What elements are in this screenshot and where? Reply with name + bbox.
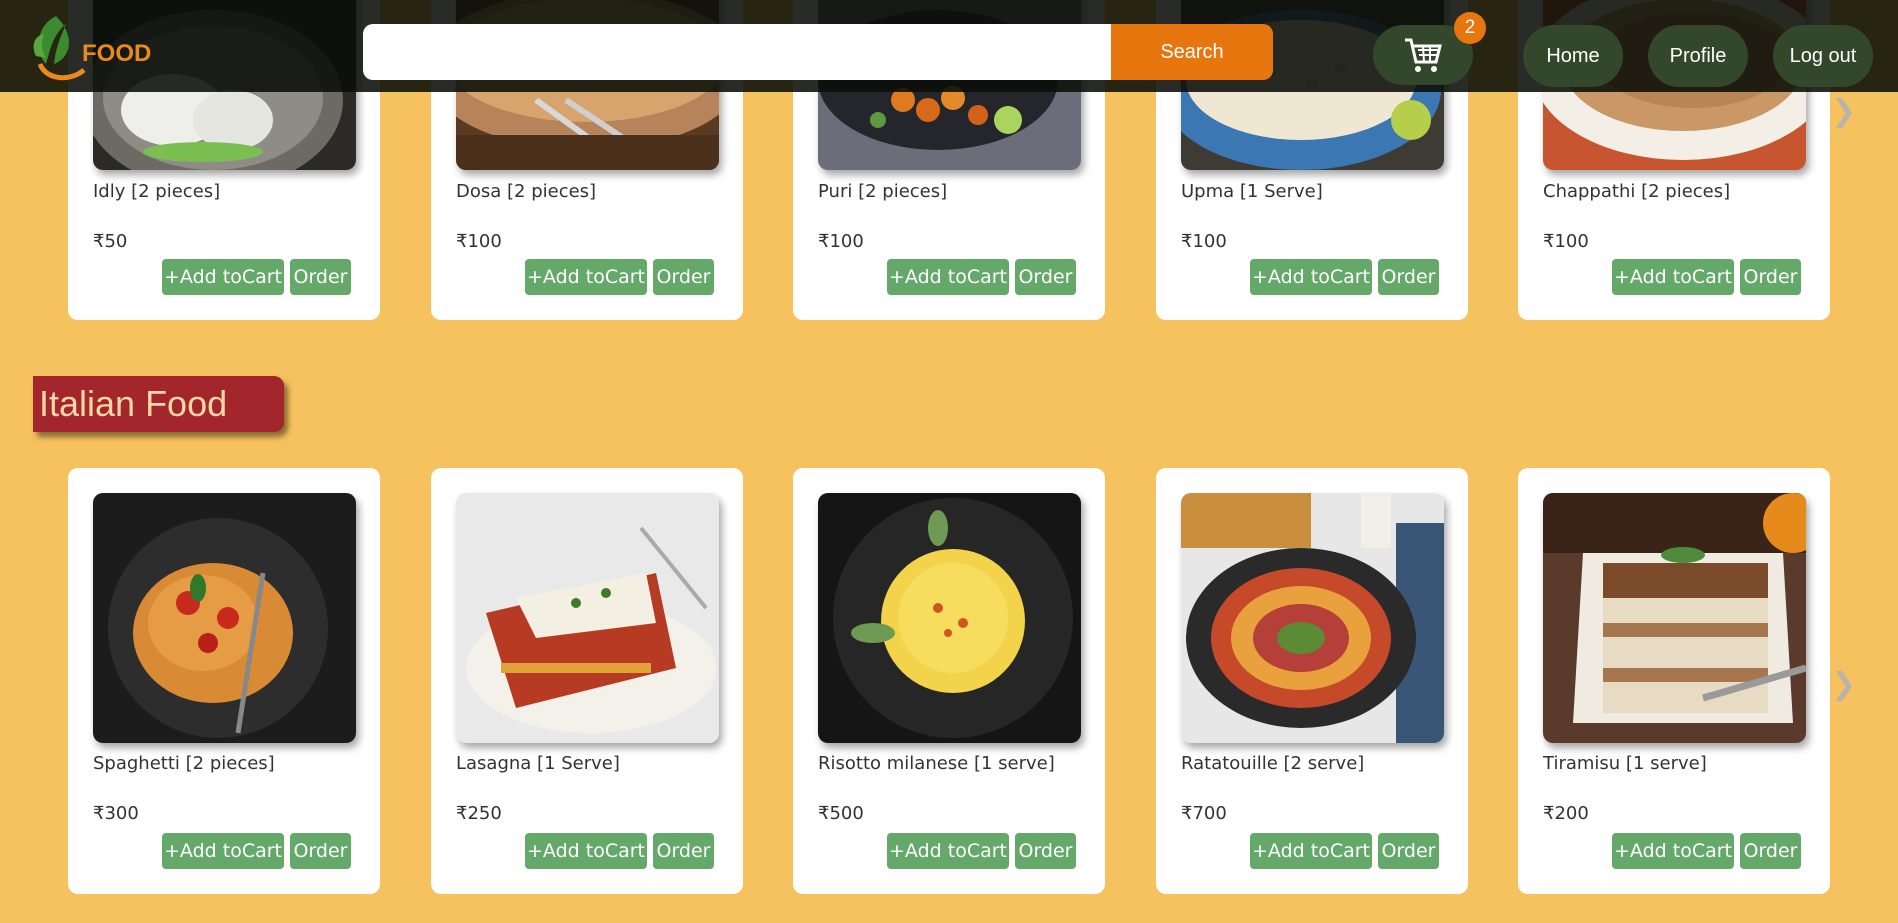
food-name: Puri [2 pieces] <box>818 181 948 202</box>
add-to-cart-button[interactable]: +Add toCart <box>887 259 1009 295</box>
add-to-cart-button[interactable]: +Add toCart <box>525 833 647 869</box>
order-button[interactable]: Order <box>653 259 714 295</box>
food-price: ₹200 <box>1543 803 1589 824</box>
order-button[interactable]: Order <box>1740 259 1801 295</box>
logout-button[interactable]: Log out <box>1773 25 1873 87</box>
food-price: ₹250 <box>456 803 502 824</box>
add-to-cart-button[interactable]: +Add toCart <box>1250 259 1372 295</box>
order-button[interactable]: Order <box>653 833 714 869</box>
food-name: Risotto milanese [1 serve] <box>818 753 1055 774</box>
order-button[interactable]: Order <box>1378 259 1439 295</box>
order-button[interactable]: Order <box>1015 833 1076 869</box>
food-card: Ratatouille [2 serve] ₹700 +Add toCart O… <box>1156 468 1468 894</box>
add-to-cart-button[interactable]: +Add toCart <box>1250 833 1372 869</box>
order-button[interactable]: Order <box>290 259 351 295</box>
food-image <box>1181 493 1444 743</box>
logo-text: FOOD <box>82 40 152 67</box>
food-name: Spaghetti [2 pieces] <box>93 753 275 774</box>
shopping-cart-icon <box>1405 38 1442 72</box>
page: ❮❮ ❯❯ Idly [2 pieces] ₹50 +Add toCart Or… <box>0 0 1898 923</box>
order-button[interactable]: Order <box>290 833 351 869</box>
order-button[interactable]: Order <box>1378 833 1439 869</box>
food-price: ₹100 <box>818 231 864 252</box>
food-image <box>818 493 1081 743</box>
food-image <box>1543 493 1806 743</box>
food-card: Risotto milanese [1 serve] ₹500 +Add toC… <box>793 468 1105 894</box>
food-card: Lasagna [1 Serve] ₹250 +Add toCart Order <box>431 468 743 894</box>
food-name: Dosa [2 pieces] <box>456 181 597 202</box>
add-to-cart-button[interactable]: +Add toCart <box>887 833 1009 869</box>
food-name: Idly [2 pieces] <box>93 181 221 202</box>
cart-count-badge: 2 <box>1454 12 1486 44</box>
top-navbar: FOOD Search 2 Home Profile Log out <box>0 0 1898 92</box>
food-price: ₹500 <box>818 803 864 824</box>
food-card: Tiramisu [1 serve] ₹200 +Add toCart Orde… <box>1518 468 1830 894</box>
add-to-cart-button[interactable]: +Add toCart <box>1612 833 1734 869</box>
food-name: Upma [1 Serve] <box>1181 181 1323 202</box>
food-image <box>93 493 356 743</box>
food-price: ₹100 <box>1543 231 1589 252</box>
food-image <box>456 493 719 743</box>
food-name: Lasagna [1 Serve] <box>456 753 620 774</box>
order-button[interactable]: Order <box>1740 833 1801 869</box>
profile-button[interactable]: Profile <box>1648 25 1748 87</box>
food-price: ₹700 <box>1181 803 1227 824</box>
search-input[interactable] <box>363 24 1111 80</box>
food-name: Chappathi [2 pieces] <box>1543 181 1731 202</box>
food-name: Tiramisu [1 serve] <box>1543 753 1707 774</box>
search-button[interactable]: Search <box>1111 24 1273 80</box>
food-price: ₹300 <box>93 803 139 824</box>
food-name: Ratatouille [2 serve] <box>1181 753 1365 774</box>
add-to-cart-button[interactable]: +Add toCart <box>162 833 284 869</box>
home-button[interactable]: Home <box>1523 25 1623 87</box>
add-to-cart-button[interactable]: +Add toCart <box>525 259 647 295</box>
food-card: Spaghetti [2 pieces] ₹300 +Add toCart Or… <box>68 468 380 894</box>
food-price: ₹100 <box>456 231 502 252</box>
order-button[interactable]: Order <box>1015 259 1076 295</box>
add-to-cart-button[interactable]: +Add toCart <box>1612 259 1734 295</box>
logo[interactable]: FOOD <box>26 6 156 82</box>
food-price: ₹100 <box>1181 231 1227 252</box>
food-price: ₹50 <box>93 231 128 252</box>
add-to-cart-button[interactable]: +Add toCart <box>162 259 284 295</box>
section-title-italian: Italian Food <box>33 376 284 432</box>
